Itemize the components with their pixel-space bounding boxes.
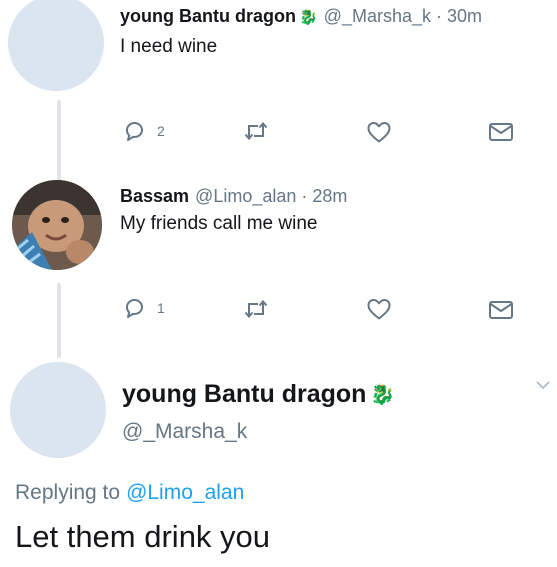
separator-dot: · (301, 186, 308, 206)
message-icon (489, 123, 513, 141)
chevron-down-icon (536, 381, 550, 390)
like-icon (367, 122, 391, 143)
avatar[interactable] (12, 180, 102, 270)
tweet-text: Let them drink you (15, 519, 271, 554)
like-button[interactable] (366, 297, 392, 321)
timestamp[interactable]: 28m (312, 186, 347, 207)
dragon-emoji-icon: 🐉 (370, 384, 396, 406)
reply-count: 2 (157, 123, 165, 139)
reply-button[interactable]: 1 (123, 297, 165, 319)
replying-to-line: Replying to @Limo_alan (15, 481, 244, 505)
timestamp[interactable]: 30m (447, 6, 482, 27)
retweet-button[interactable] (243, 299, 269, 319)
avatar-photo (12, 180, 102, 270)
focused-tweet-header: young Bantu dragon 🐉 (122, 380, 395, 409)
tweet-text: My friends call me wine (120, 213, 318, 234)
tweet-menu-button[interactable] (535, 378, 551, 396)
reply-icon (126, 299, 143, 318)
mention-link[interactable]: @Limo_alan (126, 481, 244, 505)
avatar[interactable] (8, 0, 104, 91)
thread-line (57, 283, 61, 358)
tweet-header: young Bantu dragon 🐉 @_Marsha_k · 30m (120, 6, 482, 27)
user-handle[interactable]: @_Marsha_k (122, 420, 247, 444)
separator-dot: · (436, 6, 442, 26)
display-name[interactable]: young Bantu dragon (120, 6, 296, 27)
avatar[interactable] (10, 362, 106, 458)
message-icon (489, 301, 513, 319)
reply-icon (126, 122, 143, 141)
dragon-emoji-icon: 🐉 (298, 8, 318, 26)
user-handle[interactable]: @Limo_alan (195, 186, 296, 207)
like-button[interactable] (366, 120, 392, 144)
display-name[interactable]: young Bantu dragon (122, 380, 366, 409)
retweet-icon (244, 121, 268, 141)
thread-line (57, 100, 61, 183)
retweet-button[interactable] (243, 121, 269, 141)
direct-message-button[interactable] (488, 300, 514, 320)
user-handle[interactable]: @_Marsha_k (324, 6, 431, 27)
direct-message-button[interactable] (488, 122, 514, 142)
tweet-header: Bassam @Limo_alan · 28m (120, 186, 347, 207)
reply-count: 1 (157, 300, 165, 316)
reply-button[interactable]: 2 (123, 120, 165, 142)
replying-prefix: Replying to (15, 481, 121, 504)
like-icon (367, 299, 391, 320)
tweet-text: I need wine (120, 36, 218, 57)
display-name[interactable]: Bassam (120, 186, 189, 207)
retweet-icon (244, 299, 268, 319)
